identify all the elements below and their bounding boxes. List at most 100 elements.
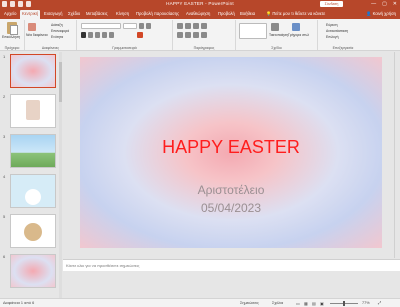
tab-animations[interactable]: Κίνηση — [114, 10, 131, 19]
zoom-slider-knob[interactable] — [343, 301, 345, 306]
tab-slideshow[interactable]: Προβολή παρουσίασης — [134, 10, 181, 19]
status-bar: Διαφάνεια 1 από 6 Σημειώσεις Σχόλια ▭ ▦ … — [0, 298, 400, 307]
paragraph-group: Παράγραφος — [173, 20, 236, 50]
paste-icon[interactable] — [7, 22, 18, 35]
slide-thumbnail-3[interactable] — [10, 134, 56, 168]
slides-group-label: Διαφάνειες — [41, 46, 60, 50]
justify-icon[interactable] — [201, 32, 207, 38]
font-group-label: Γραμματοσειρά — [112, 46, 137, 50]
window-controls: — ▢ ✕ — [371, 0, 397, 9]
title-bar: HAPPY EASTER - PowerPoint Σύνδεση — ▢ ✕ — [0, 0, 400, 9]
shapes-gallery[interactable] — [239, 23, 267, 39]
tab-file[interactable]: Αρχείο — [2, 10, 19, 19]
slide-thumbnails-panel: 1 2 3 4 5 6 — [0, 52, 62, 298]
thumb-number-2: 2 — [3, 94, 6, 99]
slide-thumbnail-2[interactable] — [10, 94, 56, 128]
thumbnails-scroll-thumb[interactable] — [59, 62, 62, 102]
slide-title[interactable]: HAPPY EASTER — [80, 137, 382, 158]
maximize-icon[interactable]: ▢ — [382, 0, 387, 9]
zoom-percent[interactable]: 77% — [362, 301, 370, 305]
paste-label[interactable]: Επικόλληση — [2, 35, 20, 39]
reset-button[interactable]: Επαναφορά — [51, 29, 69, 33]
slide-thumbnail-1[interactable] — [10, 54, 56, 88]
thumb-number-1: 1 — [3, 54, 6, 59]
slideshow-view-icon[interactable]: ▣ — [320, 301, 324, 306]
bullets-icon[interactable] — [177, 23, 183, 29]
fit-to-window-icon[interactable]: ⤢ — [378, 301, 381, 305]
slide-subtitle-line1[interactable]: Αριστοτέλειο — [80, 183, 382, 197]
sign-in-button[interactable]: Σύνδεση — [320, 1, 343, 7]
share-button[interactable]: 👤 Κοινή χρήση — [366, 10, 396, 18]
tell-me-search[interactable]: 💡 Πείτε μου τι θέλετε να κάνετε — [264, 10, 327, 19]
font-group: Γραμματοσειρά — [77, 20, 173, 50]
thumb-number-3: 3 — [3, 134, 6, 139]
slides-group: Νέα διαφάνεια Διάταξη Επαναφορά Ενότητα … — [25, 20, 77, 50]
tab-help[interactable]: Βοήθεια — [238, 10, 257, 19]
thumb-number-5: 5 — [3, 214, 6, 219]
notes-placeholder: Κάντε κλικ για να προσθέσετε σημειώσεις — [66, 263, 140, 268]
normal-view-icon[interactable]: ▭ — [296, 301, 300, 306]
underline-icon[interactable] — [95, 32, 100, 38]
slide-thumbnail-4[interactable] — [10, 174, 56, 208]
current-slide[interactable]: HAPPY EASTER Αριστοτέλειο 05/04/2023 — [80, 57, 382, 248]
grow-font-icon[interactable] — [139, 23, 144, 29]
close-icon[interactable]: ✕ — [393, 0, 397, 9]
quick-styles-label[interactable]: Γρήγορα στυλ — [288, 33, 309, 37]
find-button[interactable]: Εύρεση — [326, 23, 338, 27]
egg-basket-image — [24, 223, 42, 241]
ribbon-tabs: Αρχείο Κεντρική Εισαγωγή Σχέδιο Μεταβάσε… — [0, 9, 400, 19]
increase-indent-icon[interactable] — [201, 23, 207, 29]
shrink-font-icon[interactable] — [146, 23, 151, 29]
numbering-icon[interactable] — [185, 23, 191, 29]
editing-group-label: Επεξεργασία — [332, 46, 354, 50]
align-center-icon[interactable] — [185, 32, 191, 38]
decrease-indent-icon[interactable] — [193, 23, 199, 29]
shadow-icon[interactable] — [102, 32, 107, 38]
new-slide-icon[interactable] — [28, 23, 36, 31]
slide-thumbnail-6[interactable] — [10, 254, 56, 288]
minimize-icon[interactable]: — — [371, 0, 376, 9]
notes-toggle[interactable]: Σημειώσεις — [240, 301, 259, 305]
italic-icon[interactable] — [88, 32, 93, 38]
layout-button[interactable]: Διάταξη — [51, 23, 63, 27]
arrange-label[interactable]: Τακτοποίηση — [269, 33, 288, 37]
tab-view[interactable]: Προβολή — [216, 10, 237, 19]
workspace-background — [63, 271, 400, 298]
bunny-card-image — [26, 100, 40, 120]
powerpoint-window: HAPPY EASTER - PowerPoint Σύνδεση — ▢ ✕ … — [0, 0, 400, 307]
font-name-dropdown[interactable] — [81, 23, 121, 29]
bunny-image — [25, 189, 41, 205]
replace-button[interactable]: Αντικατάσταση — [326, 29, 348, 33]
clipboard-group: Επικόλληση Πρόχειρο — [0, 20, 25, 50]
strikethrough-icon[interactable] — [109, 32, 114, 38]
lightbulb-icon: 💡 — [266, 11, 272, 16]
share-label: Κοινή χρήση — [372, 11, 396, 16]
reading-view-icon[interactable]: ▤ — [312, 301, 316, 306]
tab-design[interactable]: Σχέδιο — [66, 10, 82, 19]
arrange-icon[interactable] — [271, 23, 279, 31]
quick-styles-icon[interactable] — [292, 23, 300, 31]
slide-vertical-scrollbar[interactable] — [394, 52, 400, 258]
bold-icon[interactable] — [81, 32, 86, 38]
align-left-icon[interactable] — [177, 32, 183, 38]
slide-sorter-icon[interactable]: ▦ — [304, 301, 308, 306]
editing-group: Εύρεση Αντικατάσταση Επιλογή Επεξεργασία — [318, 20, 368, 50]
slide-subtitle-line2[interactable]: 05/04/2023 — [80, 201, 382, 215]
slide-thumbnail-5[interactable] — [10, 214, 56, 248]
tab-transitions[interactable]: Μεταβάσεις — [84, 10, 110, 19]
tab-home[interactable]: Κεντρική — [20, 10, 41, 19]
font-color-icon[interactable] — [137, 32, 143, 38]
clipboard-group-label: Πρόχειρο — [4, 46, 20, 50]
thumb-number-6: 6 — [3, 254, 6, 259]
tab-insert[interactable]: Εισαγωγή — [42, 10, 65, 19]
font-size-dropdown[interactable] — [123, 23, 137, 29]
notes-pane[interactable]: Κάντε κλικ για να προσθέσετε σημειώσεις — [63, 259, 400, 271]
select-button[interactable]: Επιλογή — [326, 35, 338, 39]
tab-review[interactable]: Αναθεώρηση — [184, 10, 212, 19]
align-right-icon[interactable] — [193, 32, 199, 38]
comments-toggle[interactable]: Σχόλια — [272, 301, 283, 305]
new-slide-label[interactable]: Νέα διαφάνεια — [26, 33, 48, 37]
slide-count: Διαφάνεια 1 από 6 — [3, 301, 35, 305]
drawing-group-label: Σχέδιο — [271, 46, 282, 50]
section-button[interactable]: Ενότητα — [51, 35, 63, 39]
